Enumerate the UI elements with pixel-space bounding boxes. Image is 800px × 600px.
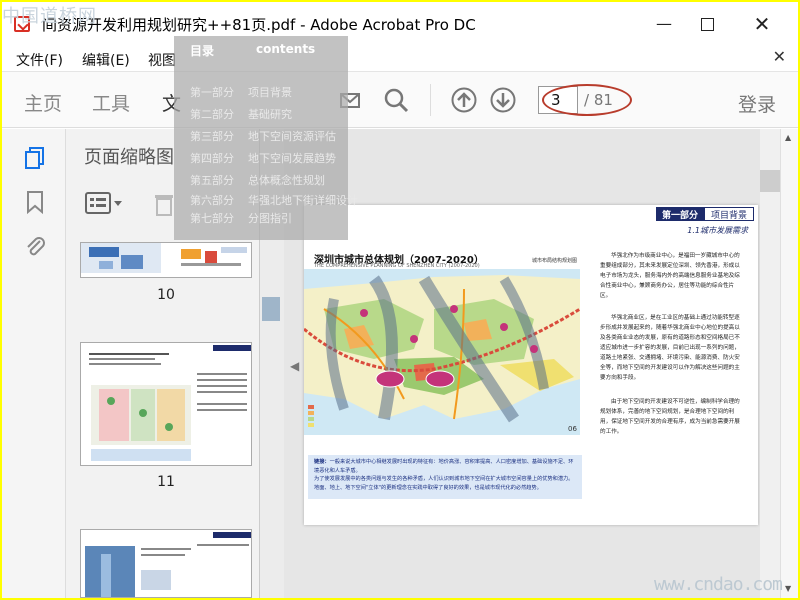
delete-page-icon[interactable] [152, 191, 176, 217]
map-source: 城市布局结构规划图 [532, 258, 578, 264]
tab-tools[interactable]: 工具 [92, 89, 130, 116]
thumbnail-page-12-preview [85, 532, 251, 597]
toolbar-separator [430, 84, 431, 116]
panel-collapse-handle[interactable] [262, 297, 280, 321]
thumbnail-page-12[interactable] [80, 529, 252, 598]
section-number: 第一部分 [655, 207, 704, 221]
section-name: 项目背景 [703, 207, 754, 221]
contents-item-1-num: 第一部分 [190, 86, 234, 99]
contents-overlay: 目录 contents 第一部分 项目背景 第二部分 基础研究 第三部分 地下空间资源… [174, 36, 358, 240]
window-title: 间资源开发利用规划研究++81页.pdf - Adobe Acrobat Pro… [42, 16, 476, 34]
bookmarks-icon[interactable] [22, 189, 48, 215]
vertical-scrollbar[interactable] [760, 129, 780, 598]
contents-item-6-num: 第六部分 [190, 194, 234, 207]
acrobat-window: 间资源开发利用规划研究++81页.pdf - Adobe Acrobat Pro… [2, 2, 798, 598]
contents-item-6[interactable]: 第六部分 华强北地下街详细设计 [190, 192, 358, 208]
paragraph-1: 华强北作为市级商业中心，是福田一岁藏城市中心的重要组成部分，其未来发展定位深圳、… [600, 253, 740, 299]
note-box: 链接：一般来说大城市中心相继发展时出现的特征有：地价高涨、容积率提高、人口密度增… [308, 455, 582, 499]
title-bar: 间资源开发利用规划研究++81页.pdf - Adobe Acrobat Pro… [2, 2, 798, 44]
search-icon[interactable] [382, 86, 410, 114]
previous-page-icon[interactable] [450, 86, 478, 114]
contents-item-1[interactable]: 第一部分 项目背景 [190, 84, 292, 100]
thumbnail-options-icon[interactable] [84, 189, 124, 219]
annotation-oval [542, 84, 632, 116]
menu-file[interactable]: 文件(F) [16, 50, 63, 70]
left-navigation-rail [2, 129, 66, 598]
thumbnail-page-11-preview [89, 345, 251, 461]
scroll-down-icon[interactable]: ▼ [785, 584, 791, 593]
note-line-1: 链接：一般来说大城市中心相继发展时出现的特征有：地价高涨、容积率提高、人口密度增… [314, 458, 576, 475]
thumbnail-label-10: 10 [157, 287, 175, 303]
paragraph-2: 华强北商业区，是在工业区的基础上通过功能转型逐步形成并发展起来的，随着华强北商业… [600, 315, 740, 381]
thumbnail-label-11: 11 [157, 474, 175, 490]
note-text-1: 一般来说大城市中心相继发展时出现的特征有：地价高涨、容积率提高、人口密度增加、基… [314, 459, 574, 474]
main-toolbar: 主页 工具 文 3 / 81 登录 [2, 72, 798, 134]
note-text-2: 为了使发展发展中的各类问题与发生的各种矛盾，人们认识到城市地下空间在扩大城市空间… [314, 476, 574, 491]
contents-item-7-num: 第七部分 [190, 212, 234, 225]
contents-item-3[interactable]: 第三部分 地下空间资源评估 [190, 128, 336, 144]
close-document-icon[interactable]: ✕ [773, 47, 786, 66]
contents-heading-en: contents [256, 42, 316, 56]
attachments-icon[interactable] [22, 233, 48, 259]
contents-item-6-label: 华强北地下街详细设计 [248, 194, 358, 207]
contents-item-3-num: 第三部分 [190, 130, 234, 143]
contents-item-2-num: 第二部分 [190, 108, 234, 121]
contents-item-4-num: 第四部分 [190, 152, 234, 165]
maximize-button[interactable] [695, 12, 719, 36]
next-page-icon[interactable] [489, 86, 517, 114]
contents-item-7-label: 分图指引 [248, 212, 292, 225]
login-button[interactable]: 登录 [738, 90, 776, 117]
contents-item-2[interactable]: 第二部分 基础研究 [190, 106, 292, 122]
previous-page-arrow-icon[interactable]: ◀ [290, 359, 299, 373]
page-subheading: 1.1城市发展需求 [687, 226, 748, 235]
pdf-page: 第一部分 项目背景 1.1城市发展需求 深圳市城市总体规划（2007-2020）… [304, 205, 758, 525]
section-badge: 第一部分 项目背景 [655, 207, 754, 221]
scroll-up-icon[interactable]: ▲ [785, 133, 791, 142]
tab-home[interactable]: 主页 [24, 89, 62, 116]
contents-item-4[interactable]: 第四部分 地下空间发展趋势 [190, 150, 336, 166]
contents-item-5[interactable]: 第五部分 总体概念性规划 [190, 172, 325, 188]
thumbnail-page-10-preview [81, 243, 247, 273]
contents-item-1-label: 项目背景 [248, 86, 292, 99]
close-button[interactable]: ✕ [750, 12, 774, 36]
thumbnail-page-10[interactable] [80, 242, 252, 278]
contents-item-4-label: 地下空间发展趋势 [248, 152, 336, 165]
outer-scrollbar[interactable]: ▲ ▼ [780, 129, 798, 598]
thumbnail-page-11[interactable] [80, 342, 252, 466]
page-number: 06 [568, 425, 577, 433]
minimize-button[interactable]: — [652, 12, 676, 36]
city-planning-map [304, 269, 580, 435]
contents-item-3-label: 地下空间资源评估 [248, 130, 336, 143]
contents-heading-cn: 目录 [190, 44, 215, 58]
contents-item-7[interactable]: 第七部分 分图指引 [190, 210, 292, 226]
menu-bar: 文件(F) 编辑(E) 视图 ✕ [2, 44, 798, 72]
menu-edit[interactable]: 编辑(E) [82, 50, 130, 70]
contents-item-2-label: 基础研究 [248, 108, 292, 121]
page-thumbnails-icon[interactable] [22, 145, 48, 171]
paragraph-3: 由于地下空间的开发建设不可逆性，编制科学合理的规划体系，完善的地下空间规划，是合… [600, 399, 740, 435]
thumbnail-panel-title: 页面缩略图 [84, 147, 174, 168]
note-label: 链接： [314, 459, 330, 465]
contents-item-5-label: 总体概念性规划 [248, 174, 325, 187]
site-watermark-logo: 中国道桥网 [2, 6, 97, 27]
contents-item-5-num: 第五部分 [190, 174, 234, 187]
vertical-scrollbar-thumb[interactable] [760, 170, 780, 192]
site-watermark-url: www.cndao.com [654, 574, 783, 595]
menu-view[interactable]: 视图 [148, 50, 176, 70]
